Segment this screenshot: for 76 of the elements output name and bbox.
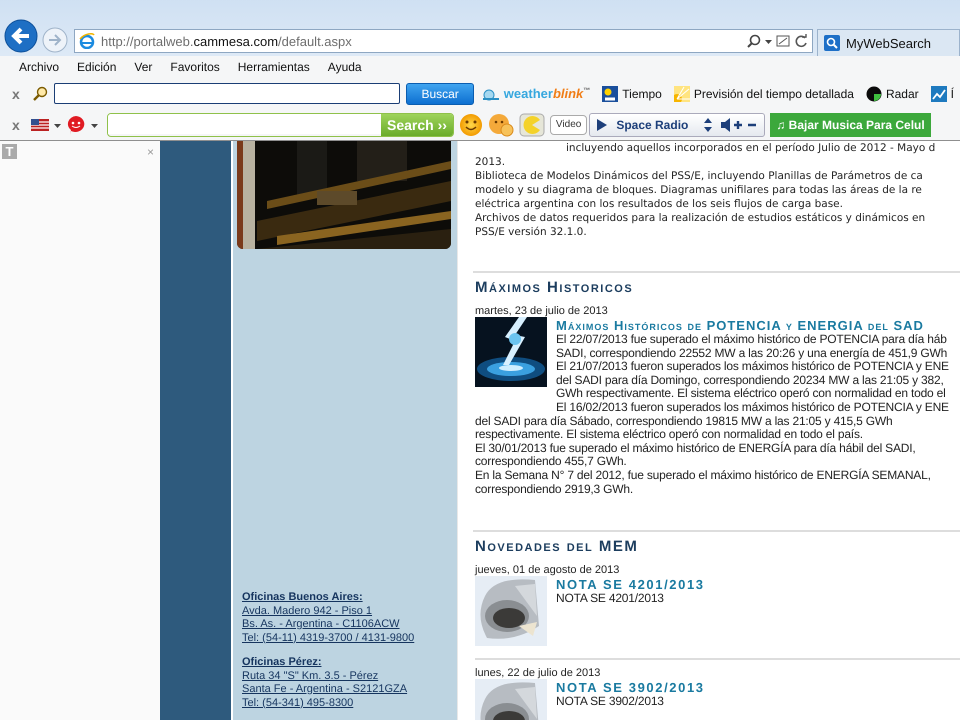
address-bar[interactable]: http://portalweb.cammesa.com/default.aspx [74,29,813,53]
url-text: http://portalweb.cammesa.com/default.aspx [101,34,353,48]
browser-tab[interactable]: MyWebSearch [817,29,960,56]
close-button[interactable]: x [12,116,26,132]
radar-icon [866,86,882,102]
address-link[interactable]: Tel: (54-11) 4319-3700 / 4131-9800 [242,632,414,645]
date-text: jueves, 01 de agosto de 2013 [475,563,620,578]
toolbar-link[interactable]: Í [930,86,954,102]
refresh-icon[interactable] [794,34,808,48]
text-line: El 21/07/2013 fueron superados los máximos histórico de POTENCIA y ENE [556,360,949,374]
text-line: El 30/01/2013 fue superado el máximo histórico de ENERGÍA para día hábil del SADI, [475,442,917,456]
text-line: En la Semana N° 7 del 2012, fue superado el máximo histórico de ENERGÍA SEMANAL, [475,468,932,483]
toolbar-link[interactable]: Radar [866,86,919,102]
text-line: correspondiendo 2919,3 GWh. [475,482,634,496]
menu-item[interactable]: Edición [68,60,126,74]
office-title-link[interactable]: Oficinas Buenos Aires: [242,591,363,604]
chat-bubble-icon[interactable] [66,114,86,134]
search-icon [32,86,48,102]
search-field[interactable] [54,83,400,104]
search-button[interactable]: Buscar [406,82,474,104]
browser-logo-icon [79,33,95,49]
date-text: martes, 23 de julio de 2013 [475,304,609,318]
smiley-group-icon[interactable] [488,112,514,136]
sun-icon [674,86,690,102]
menu-item[interactable]: Favoritos [161,60,229,74]
address-link[interactable]: Bs. As. - Argentina - C1106ACW [242,618,400,632]
text-line: El 16/02/2013 fueron superados los máximos histórico de POTENCIA y ENE [556,400,949,415]
text-line: correspondiendo 455,7 GWh. [475,455,628,469]
text-line: modelo y su diagrama de bloques. Diagramas unifilares para todas las áreas de la re [475,183,923,197]
text-line: respectivamente. El sistema eléctrico operó con normalidad en todo el país. [475,428,864,442]
text-line: Biblioteca de Modelos Dinámicos del PSS/E, incluyendo Planillas de Parámetros de ca [475,169,924,183]
address-link[interactable]: Tel: (54-341) 495-8300 [242,696,354,710]
text-line: GWh respectivamente. El sistema eléctrico operó con normalidad en todo el [556,387,947,401]
text-line: incluyendo aquellos incorporados en el período Julio de 2012 - Mayo d [565,141,936,155]
tab-title: MyWebSearch [846,36,932,50]
text-line: del SADI para día Sábado, correspondiendo 19815 MW a las 21:05 y 415,5 GWh [475,414,894,428]
search-icon [824,35,840,51]
weather-icon [602,86,618,102]
search-icon[interactable] [747,34,761,48]
text-line: eléctrica argentina con los resultados de los seis flujos de carga base. [475,197,844,211]
toolbar-link[interactable]: Previsión del tiempo detallada [674,86,854,102]
smiley-icon[interactable] [458,112,483,136]
close-button[interactable]: x [12,86,26,102]
text-line: Archivos de datos requeridos para la realización de estudios estáticos y dinámicos en [475,211,926,225]
radio-player[interactable]: Space Radio [589,112,766,136]
menu-item[interactable]: Herramientas [228,60,319,74]
section-heading: Máximos Historicos [475,278,634,298]
play-icon[interactable] [596,118,608,132]
station-name: Space Radio [616,118,690,132]
stepper-icon[interactable] [704,116,712,132]
text-line: El 22/07/2013 fue superado el máximo histórico de POTENCIA para día háb [556,333,948,347]
office-title-link[interactable]: Oficinas Pérez: [242,656,322,670]
text-line: SADI, correspondiendo 22552 MW a las 20:26 y una energía de 451,9 GWh [556,346,948,360]
address-link[interactable]: Santa Fe - Argentina - S2121GZA [242,683,408,696]
chart-icon [930,86,947,102]
text-line: NOTA SE 4201/2013 [556,592,665,606]
headline-link[interactable]: Máximos Históricos de POTENCIA y ENERGIA del SAD [556,318,924,333]
text-line: PSS/E versión 32.1.0. [475,225,588,239]
address-link[interactable]: Ruta 34 "S" Km. 3.5 - Pérez [242,670,378,683]
video-button[interactable]: Video [550,114,588,134]
brand-logo[interactable]: weatherblink$^{™}$ [504,86,590,101]
volume-icon[interactable] [720,116,758,132]
toolbar-link[interactable]: Tiempo [602,86,662,102]
text-line: NOTA SE 3902/2013 [556,695,665,709]
text-line: del SADI para día Domingo, correspondiendo 20234 MW a las 21:05 y 382, [556,374,945,388]
date-text: lunes, 22 de julio de 2013 [475,666,602,680]
flag-icon[interactable] [31,118,49,130]
menu-item[interactable]: Ver [125,60,162,74]
section-heading: Novedades del MEM [475,537,640,558]
headline-link[interactable]: NOTA SE 4201/2013 [556,577,705,592]
headline-link[interactable]: NOTA SE 3902/2013 [556,680,705,696]
address-link[interactable]: Avda. Madero 942 - Piso 1 [242,604,372,618]
menu-item[interactable]: Ayuda [318,60,371,74]
back-button[interactable] [4,19,38,53]
menu-item[interactable]: Archivo [10,60,68,74]
text-line: 2013. [475,155,506,169]
